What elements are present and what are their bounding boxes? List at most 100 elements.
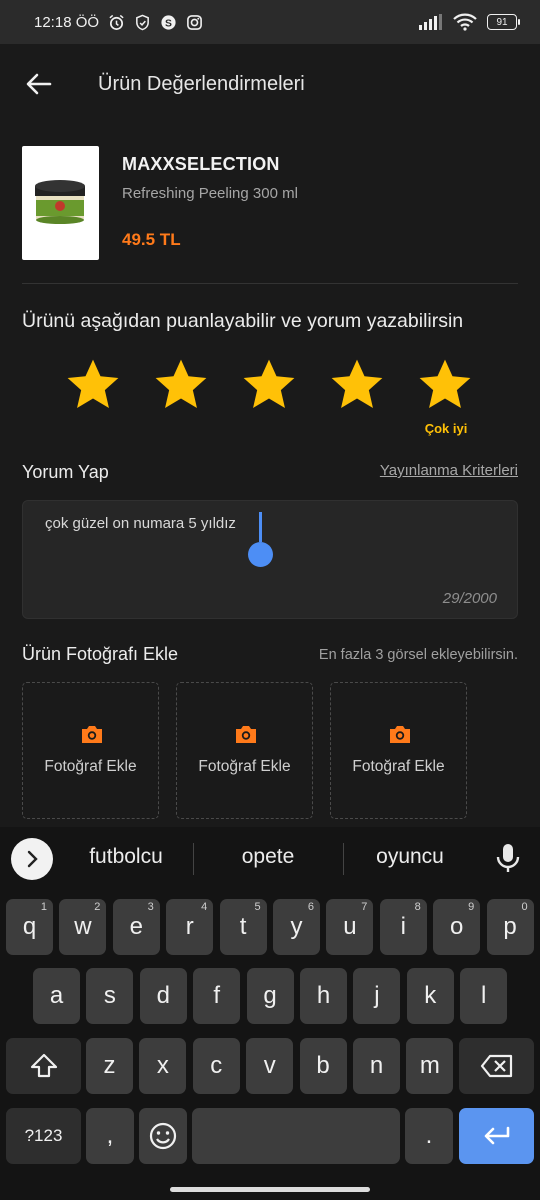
key-label: l (481, 982, 487, 1009)
shift-key[interactable] (6, 1038, 81, 1094)
key-label: m (419, 1052, 440, 1079)
shift-icon (30, 1053, 57, 1078)
key-h[interactable]: h (300, 968, 347, 1024)
space-key[interactable] (192, 1108, 400, 1164)
enter-key[interactable] (459, 1108, 534, 1164)
key-p[interactable]: p0 (486, 899, 534, 955)
photo-title: Ürün Fotoğrafı Ekle (22, 644, 179, 664)
home-indicator[interactable] (170, 1187, 370, 1192)
rating-prompt: Ürünü aşağıdan puanlayabilir ve yorum ya… (22, 310, 464, 332)
rating-label: Çok iyi (424, 421, 468, 436)
product-card: MAXXSELECTION Refreshing Peeling 300 ml … (22, 146, 518, 260)
key-l[interactable]: l (460, 968, 508, 1024)
shield-app-icon (136, 14, 149, 30)
key-b[interactable]: b (299, 1038, 347, 1094)
product-name: Refreshing Peeling 300 ml (122, 185, 298, 202)
key-e[interactable]: e3 (112, 899, 160, 955)
back-button[interactable] (14, 59, 64, 109)
camera-icon (82, 726, 102, 743)
emoji-key[interactable] (139, 1108, 187, 1164)
key-label: r (185, 913, 194, 940)
chevron-right-icon (27, 850, 38, 868)
key-o[interactable]: o9 (433, 899, 481, 955)
backspace-key[interactable] (459, 1038, 534, 1094)
key-r[interactable]: r4 (166, 899, 214, 955)
key-s[interactable]: s (86, 968, 134, 1024)
backspace-icon (480, 1054, 512, 1078)
suggestion-2[interactable]: opete (212, 845, 324, 869)
star-icon-2[interactable] (152, 356, 210, 414)
key-t[interactable]: t5 (219, 899, 267, 955)
key-m[interactable]: m (406, 1038, 454, 1094)
key-q[interactable]: q1 (6, 899, 53, 955)
camera-icon (236, 726, 256, 743)
criteria-link[interactable]: Yayınlanma Kriterleri (380, 462, 518, 479)
key-w[interactable]: w2 (59, 899, 107, 955)
key-label: q (22, 913, 37, 940)
alarm-icon (109, 14, 124, 30)
key-label: p (503, 913, 517, 940)
key-u[interactable]: u7 (326, 899, 374, 955)
add-photo-button-2[interactable]: Fotoğraf Ekle (176, 682, 313, 819)
comment-input[interactable]: çok güzel on numara 5 yıldız 29/2000 (22, 500, 518, 619)
battery-indicator: 91 (487, 14, 520, 30)
key-z[interactable]: z (86, 1038, 133, 1094)
status-bar: 12:18 ÖÖ S 91 (0, 0, 540, 44)
suggestion-divider (193, 843, 194, 875)
key-x[interactable]: x (139, 1038, 187, 1094)
camera-icon (390, 726, 410, 743)
cursor-handle[interactable] (248, 542, 273, 567)
key-i[interactable]: i8 (379, 899, 427, 955)
key-k[interactable]: k (406, 968, 454, 1024)
add-photo-button-3[interactable]: Fotoğraf Ekle (330, 682, 467, 819)
product-brand: MAXXSELECTION (122, 154, 280, 174)
status-time: 12:18 ÖÖ (34, 13, 100, 31)
key-label: t (239, 913, 247, 940)
expand-suggestions-button[interactable] (11, 838, 53, 880)
battery-level: 91 (487, 14, 517, 30)
suggestion-1[interactable]: futbolcu (70, 845, 182, 869)
key-label: g (263, 982, 277, 1009)
star-rating (64, 356, 484, 416)
key-label: v (263, 1052, 276, 1079)
key-f[interactable]: f (193, 968, 241, 1024)
add-photo-button-1[interactable]: Fotoğraf Ekle (22, 682, 159, 819)
photo-limit: En fazla 3 görsel ekleyebilirsin. (318, 647, 518, 663)
star-icon-4[interactable] (328, 356, 386, 414)
emoji-icon (149, 1122, 177, 1150)
key-label: a (49, 982, 64, 1009)
key-label: e (129, 913, 143, 940)
star-icon-3[interactable] (240, 356, 298, 414)
key-number-hint: 6 (307, 901, 314, 913)
key-g[interactable]: g (246, 968, 294, 1024)
suggestion-3[interactable]: oyuncu (354, 845, 466, 869)
instagram-icon (187, 14, 202, 30)
comma-key[interactable]: , (86, 1108, 134, 1164)
key-label: i (400, 913, 406, 940)
key-v[interactable]: v (246, 1038, 294, 1094)
period-key[interactable]: . (405, 1108, 453, 1164)
key-label: s (103, 982, 116, 1009)
svg-text:S: S (165, 18, 172, 29)
star-icon-5[interactable] (416, 356, 474, 414)
key-c[interactable]: c (192, 1038, 240, 1094)
arrow-left-icon (26, 73, 52, 95)
key-number-hint: 0 (521, 901, 528, 913)
enter-icon (484, 1126, 509, 1145)
product-price: 49.5 TL (122, 230, 181, 249)
key-y[interactable]: y6 (273, 899, 320, 955)
key-number-hint: 3 (147, 901, 154, 913)
key-n[interactable]: n (353, 1038, 400, 1094)
star-icon-1[interactable] (64, 356, 122, 414)
add-photo-label: Fotoğraf Ekle (44, 758, 137, 775)
key-j[interactable]: j (353, 968, 401, 1024)
text-cursor (259, 512, 262, 542)
signal-icon (419, 14, 442, 30)
key-d[interactable]: d (139, 968, 187, 1024)
microphone-icon[interactable] (494, 842, 522, 874)
symbols-key[interactable]: ?123 (6, 1108, 81, 1164)
key-a[interactable]: a (33, 968, 80, 1024)
add-photo-label: Fotoğraf Ekle (198, 758, 291, 775)
key-number-hint: 7 (361, 901, 368, 913)
key-label: x (156, 1052, 169, 1079)
